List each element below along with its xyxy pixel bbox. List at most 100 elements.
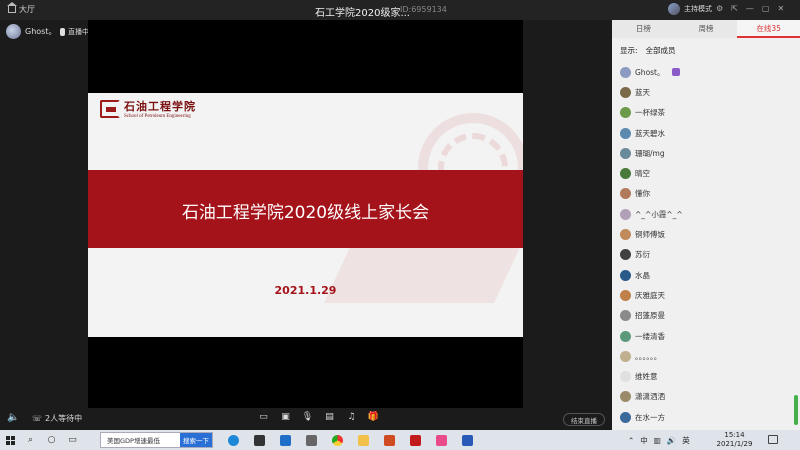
- host-mode-toggle[interactable]: 主持模式: [668, 3, 712, 15]
- list-item[interactable]: 在水一方: [620, 407, 792, 427]
- edge-icon[interactable]: [220, 430, 246, 450]
- music-icon[interactable]: ♫: [346, 412, 357, 422]
- member-name: Ghost。: [635, 67, 665, 77]
- settings-icon[interactable]: ⚙: [716, 4, 723, 13]
- microphone-icon[interactable]: 🎙: [302, 412, 313, 422]
- search-input[interactable]: 美国GDP增速最低: [101, 435, 180, 445]
- avatar: [620, 188, 631, 200]
- member-name: ^_^小霞^_^: [635, 209, 683, 219]
- tab-weekly[interactable]: 周榜: [675, 20, 738, 38]
- store-icon[interactable]: [246, 430, 272, 450]
- clock-date: 2021/1/29: [716, 440, 753, 448]
- task-view-icon[interactable]: ▭: [62, 430, 83, 450]
- windows-icon: [5, 435, 15, 445]
- member-name: 蓝天: [635, 87, 650, 97]
- chat-app-icon[interactable]: [428, 430, 454, 450]
- end-live-button[interactable]: 结束直播: [563, 413, 605, 426]
- list-item[interactable]: Ghost。: [620, 62, 792, 82]
- list-item[interactable]: 苏衍: [620, 245, 792, 265]
- gift-icon[interactable]: 🎁: [368, 412, 379, 422]
- member-panel: 日榜 周榜 在线35 显示: 全部成员 Ghost。 蓝天一杯绿茶蓝天碧水珊瑚/mg…: [612, 20, 800, 430]
- avatar: [668, 3, 680, 15]
- powerpoint-icon[interactable]: [376, 430, 402, 450]
- search-button[interactable]: 搜索一下: [180, 433, 212, 447]
- title-bar: 大厅 石工学院2020级家... ID:6959134 主持模式 ⚙ ⇱ — ▢…: [0, 0, 800, 20]
- list-item[interactable]: 庆雅庭天: [620, 285, 792, 305]
- phone-icon: ☏: [32, 414, 43, 423]
- tab-daily[interactable]: 日榜: [612, 20, 675, 38]
- home-icon: [7, 2, 17, 13]
- search-icon[interactable]: ⌕: [20, 430, 41, 450]
- tab-online[interactable]: 在线35: [737, 20, 800, 38]
- screen-share-icon[interactable]: ▣: [280, 412, 291, 422]
- host-mode-label: 主持模式: [684, 5, 712, 13]
- avatar: [620, 147, 631, 159]
- member-name: 蓝天碧水: [635, 128, 665, 138]
- list-item[interactable]: ^_^小霞^_^: [620, 204, 792, 224]
- list-item[interactable]: 珊瑚/mg: [620, 143, 792, 163]
- member-name: 。。。。。。: [635, 351, 662, 361]
- live-app-icon[interactable]: [402, 430, 428, 450]
- clock-time: 15:14: [724, 431, 745, 439]
- list-item[interactable]: 晴空: [620, 163, 792, 183]
- document-icon[interactable]: ▤: [324, 412, 335, 422]
- notification-icon[interactable]: [768, 435, 778, 444]
- settings-app-icon[interactable]: [298, 430, 324, 450]
- volume-icon[interactable]: 🔈: [7, 412, 19, 423]
- list-item[interactable]: 一缕清香: [620, 326, 792, 346]
- member-name: 在水一方: [635, 412, 665, 422]
- minimize-icon[interactable]: —: [746, 4, 754, 13]
- input-icon[interactable]: 英: [682, 435, 690, 446]
- list-item[interactable]: 蓝天: [620, 82, 792, 102]
- panel-tabs: 日榜 周榜 在线35: [612, 20, 800, 38]
- list-item[interactable]: 懂你: [620, 184, 792, 204]
- file-explorer-icon[interactable]: [350, 430, 376, 450]
- list-item[interactable]: 蓝天碧水: [620, 123, 792, 143]
- avatar: [620, 208, 631, 220]
- chevron-up-icon[interactable]: ⌃: [628, 436, 634, 445]
- avatar: [620, 330, 631, 342]
- back-to-lobby-button[interactable]: 大厅: [7, 2, 35, 15]
- school-logo: 石油工程学院 School of Petroleum Engineering: [100, 98, 196, 119]
- avatar: [620, 411, 631, 423]
- waiting-queue[interactable]: ☏ 2人等待中: [32, 413, 82, 424]
- member-name: 苏衍: [635, 250, 650, 260]
- volume-icon[interactable]: 🔊: [667, 436, 676, 445]
- avatar: [620, 168, 631, 180]
- list-item[interactable]: 招蓬原曼: [620, 306, 792, 326]
- presenter-chip[interactable]: Ghost。: [6, 24, 56, 39]
- live-label: 直播中: [68, 28, 89, 36]
- clock[interactable]: 15:14 2021/1/29: [712, 431, 757, 449]
- network-icon[interactable]: ▥: [654, 436, 661, 445]
- member-name: 一杯绿茶: [635, 108, 665, 118]
- host-badge-icon: [671, 68, 680, 77]
- mail-icon[interactable]: [272, 430, 298, 450]
- shared-slide: 石油工程学院 School of Petroleum Engineering 石…: [88, 93, 523, 337]
- chrome-icon[interactable]: [324, 430, 350, 450]
- share-icon[interactable]: ⇱: [731, 4, 738, 13]
- member-name: 晴空: [635, 169, 650, 179]
- maximize-icon[interactable]: ▢: [762, 4, 770, 13]
- stream-tools: ▭ ▣ 🎙 ▤ ♫ 🎁: [258, 412, 379, 422]
- list-item[interactable]: 铜师傅饭: [620, 224, 792, 244]
- avatar: [620, 269, 631, 281]
- member-name: 维姓意: [635, 372, 658, 382]
- filter-value: 全部成员: [645, 46, 676, 55]
- word-icon[interactable]: [454, 430, 480, 450]
- list-item[interactable]: 一杯绿茶: [620, 103, 792, 123]
- member-filter[interactable]: 显示: 全部成员: [620, 45, 676, 56]
- cortana-icon[interactable]: ○: [41, 430, 62, 450]
- start-button[interactable]: [0, 430, 20, 450]
- close-icon[interactable]: ✕: [777, 4, 784, 13]
- news-search-box[interactable]: 美国GDP增速最低 搜索一下: [100, 432, 213, 448]
- list-item[interactable]: 。。。。。。: [620, 346, 792, 366]
- avatar: [620, 391, 631, 403]
- list-item[interactable]: 潇潇洒洒: [620, 387, 792, 407]
- list-item[interactable]: 水晶: [620, 265, 792, 285]
- scrollbar[interactable]: [794, 395, 798, 425]
- ime-indicator[interactable]: 中: [640, 435, 648, 446]
- taskbar-apps: [220, 430, 480, 450]
- slide-banner: 石油工程学院2020级线上家长会: [88, 170, 523, 248]
- camera-icon[interactable]: ▭: [258, 412, 269, 422]
- list-item[interactable]: 维姓意: [620, 366, 792, 386]
